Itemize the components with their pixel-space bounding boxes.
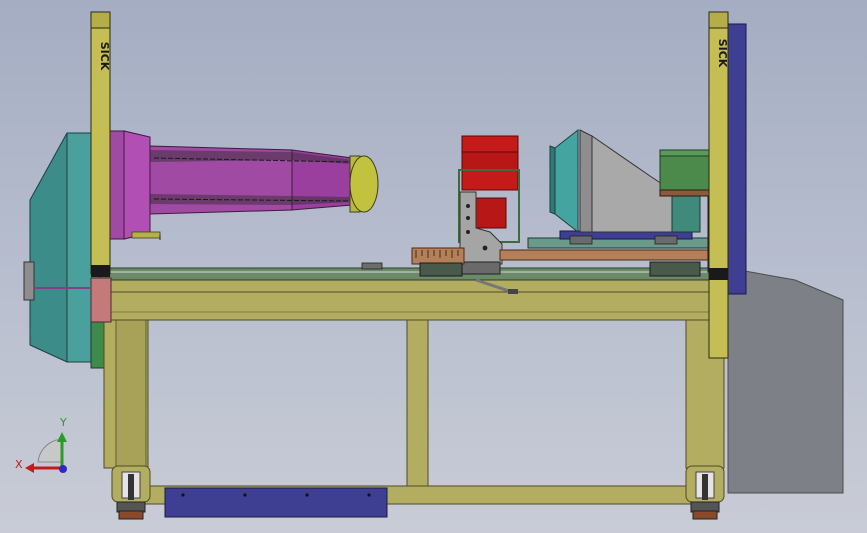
- leveling-foot-left: [111, 465, 151, 520]
- x-axis-label: X: [15, 458, 23, 471]
- cad-model-drawing: SICK SICK Y X: [15, 11, 844, 520]
- top-linear-rail: [99, 262, 713, 281]
- drum-end-cap: [349, 155, 379, 213]
- left-teal-hood: [23, 132, 101, 363]
- left-green-plate: [90, 319, 106, 369]
- hood-latch: [23, 261, 35, 301]
- light-curtain-left: SICK: [90, 11, 111, 277]
- teal-tilted-panel: [549, 128, 579, 234]
- leveling-foot-right: [685, 465, 725, 520]
- frame-top-beam: [105, 279, 721, 321]
- right-grey-housing: [727, 267, 844, 494]
- light-curtain-right: SICK: [708, 11, 729, 359]
- purple-drum-assembly: [106, 130, 353, 240]
- left-pink-post: [90, 277, 112, 323]
- sick-logo-left: SICK: [98, 42, 111, 71]
- coordinate-triad: Y X: [15, 416, 67, 473]
- teal-slide-tray: [527, 230, 709, 249]
- navy-bottom-plate: [164, 487, 388, 518]
- y-axis-label: Y: [59, 416, 67, 429]
- sick-logo-right: SICK: [716, 39, 729, 68]
- frame-leg-middle: [406, 319, 429, 487]
- z-axis-dot: [59, 465, 67, 473]
- cad-viewport[interactable]: SICK SICK Y X: [0, 0, 867, 533]
